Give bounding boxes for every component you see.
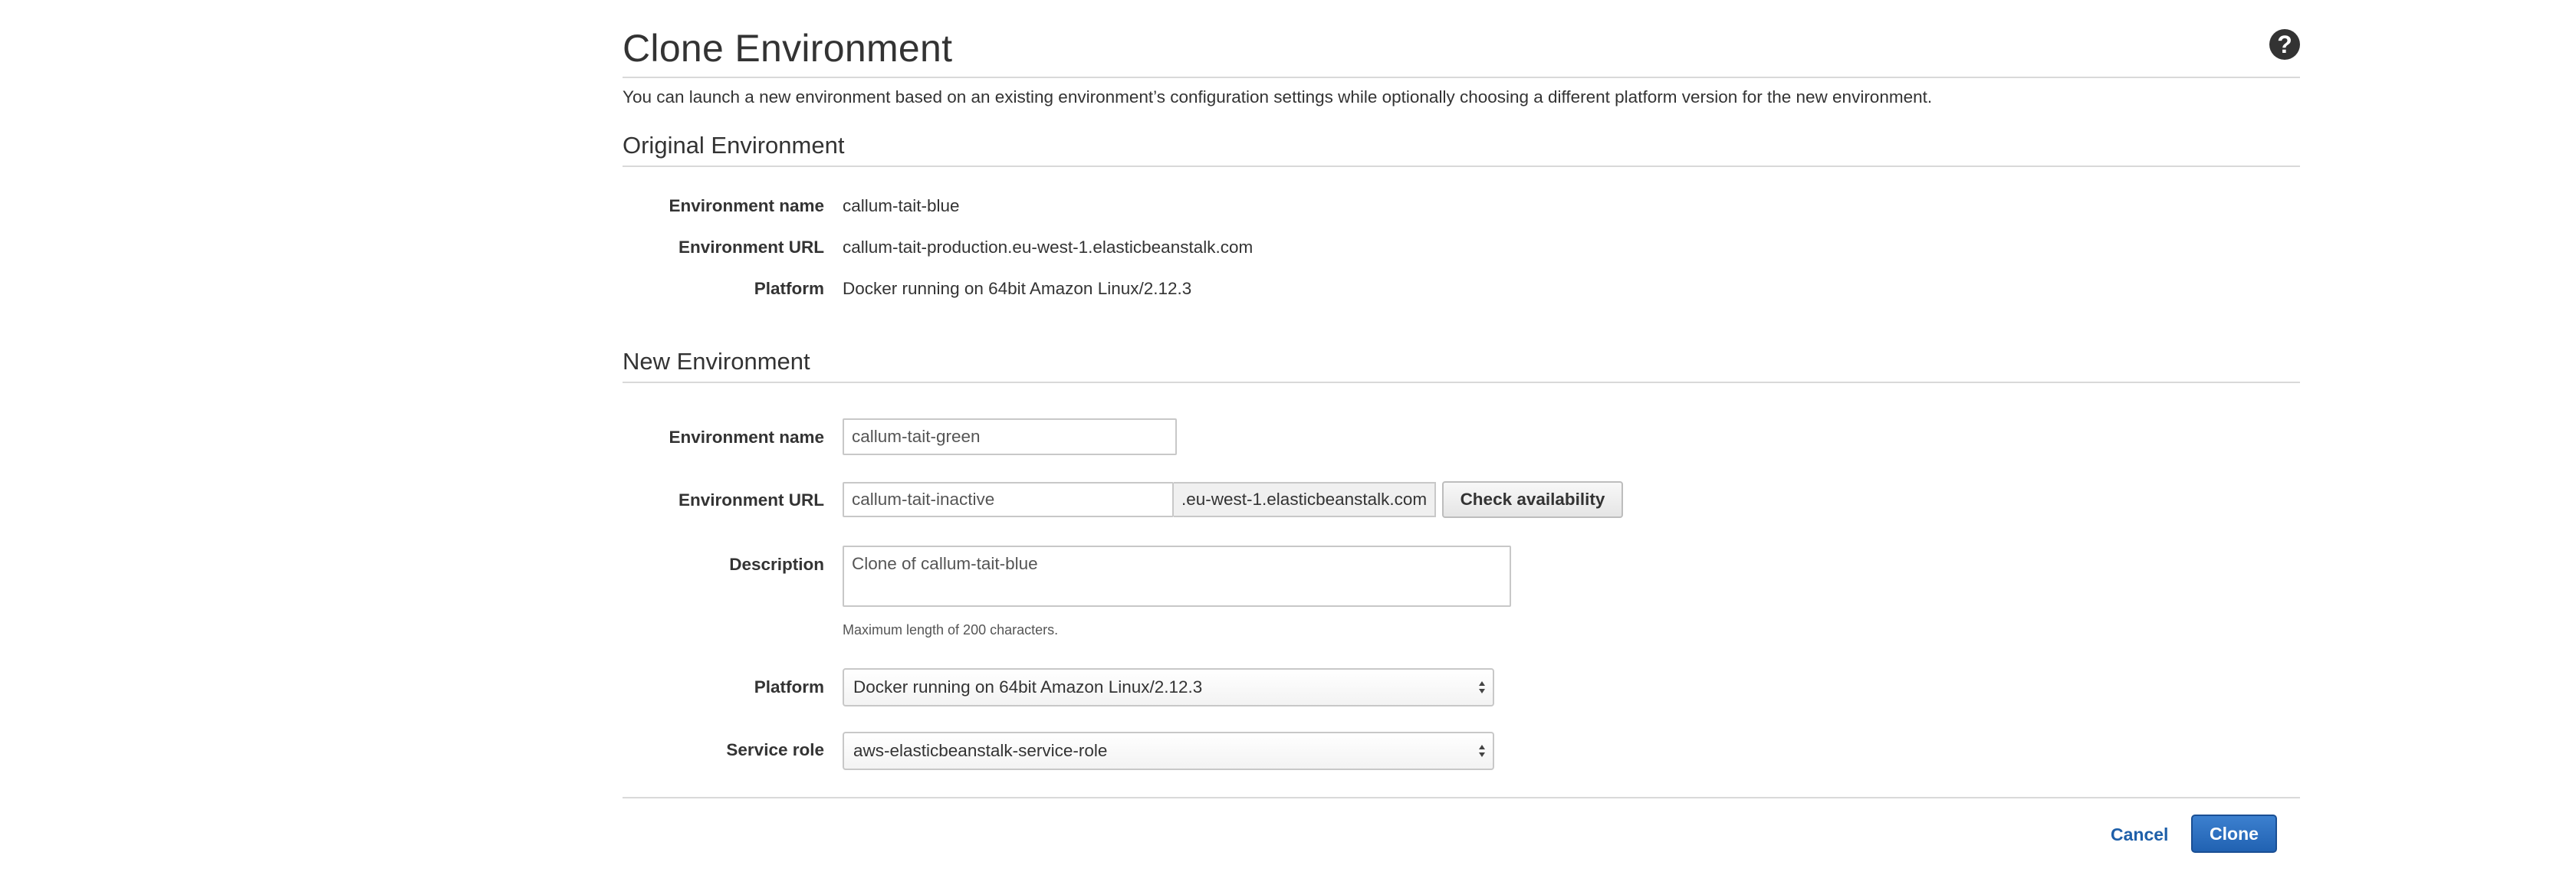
original-platform-label: Platform [754,279,824,298]
select-arrows-icon [1479,745,1485,757]
original-section-divider [623,166,2300,167]
select-arrows-icon [1479,681,1485,693]
new-platform-label: Platform [754,677,824,697]
intro-text: You can launch a new environment based o… [623,87,1933,107]
clone-environment-page: Clone Environment ? You can launch a new… [623,0,2300,872]
check-availability-button[interactable]: Check availability [1442,481,1623,518]
new-environment-heading: New Environment [623,348,810,375]
description-label: Description [729,555,824,574]
original-env-name-label: Environment name [669,196,824,215]
original-env-name-value: callum-tait-blue [843,196,960,215]
cancel-button[interactable]: Cancel [2111,824,2168,845]
environment-url-input[interactable] [843,482,1174,517]
new-env-name-label: Environment name [669,428,824,447]
service-role-select[interactable]: aws-elasticbeanstalk-service-role [843,732,1494,770]
original-environment-heading: Original Environment [623,132,845,159]
new-section-divider [623,382,2300,383]
clone-button[interactable]: Clone [2191,815,2277,853]
footer-divider [623,797,2300,798]
original-env-url-label: Environment URL [678,238,824,257]
original-platform-value: Docker running on 64bit Amazon Linux/2.1… [843,279,1192,298]
description-textarea[interactable]: Clone of callum-tait-blue [843,546,1511,607]
page-title: Clone Environment [623,27,953,70]
service-role-select-value: aws-elasticbeanstalk-service-role [853,741,1108,760]
environment-url-suffix: .eu-west-1.elasticbeanstalk.com [1174,482,1437,517]
platform-select[interactable]: Docker running on 64bit Amazon Linux/2.1… [843,668,1494,706]
original-env-url-value: callum-tait-production.eu-west-1.elastic… [843,238,1254,257]
title-divider [623,77,2300,78]
description-hint: Maximum length of 200 characters. [843,622,1059,638]
service-role-label: Service role [726,740,824,759]
question-mark-icon[interactable]: ? [2269,29,2300,60]
environment-name-input[interactable] [843,418,1177,455]
new-env-url-label: Environment URL [678,490,824,510]
platform-select-value: Docker running on 64bit Amazon Linux/2.1… [853,677,1203,697]
